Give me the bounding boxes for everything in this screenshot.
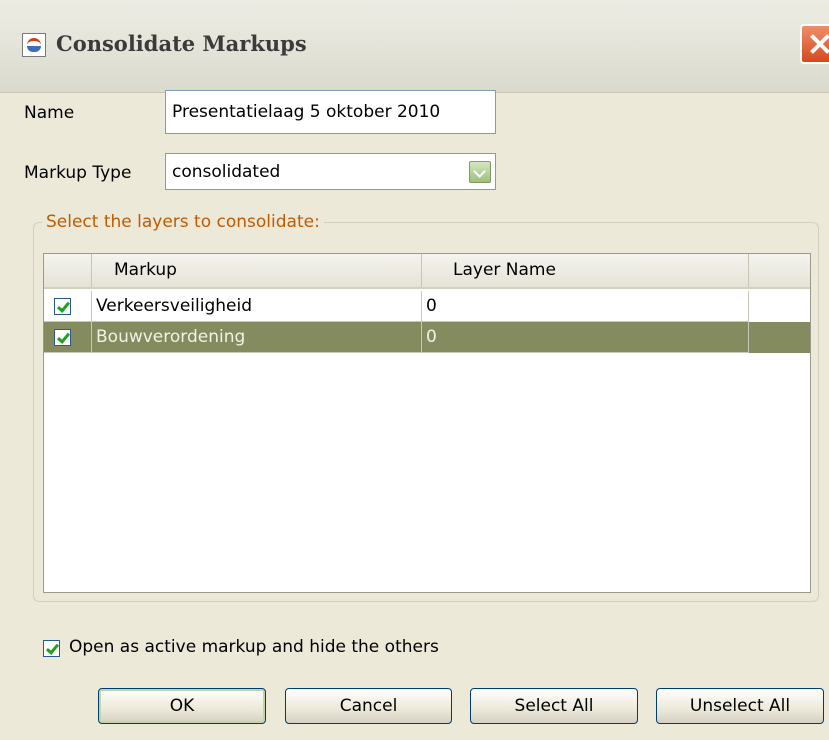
row-checkbox[interactable] xyxy=(54,298,71,315)
name-field-value: Presentatielaag 5 oktober 2010 xyxy=(172,102,441,122)
select-all-button[interactable]: Select All xyxy=(470,688,638,724)
markup-type-label: Markup Type xyxy=(24,163,132,183)
markup-type-value: consolidated xyxy=(172,161,281,182)
unselect-all-button[interactable]: Unselect All xyxy=(656,688,824,724)
markup-type-select[interactable]: consolidated xyxy=(165,153,496,190)
table-row[interactable]: Verkeersveiligheid 0 xyxy=(44,291,810,322)
title-bar: Consolidate Markups xyxy=(0,0,829,93)
java-cup-icon xyxy=(22,33,46,57)
cancel-button[interactable]: Cancel xyxy=(285,688,452,724)
column-header-markup[interactable]: Markup xyxy=(92,254,422,287)
close-button[interactable] xyxy=(800,24,829,64)
column-header-layer-name[interactable]: Layer Name xyxy=(422,254,749,287)
row-checkbox[interactable] xyxy=(54,329,71,346)
layers-group-title: Select the layers to consolidate: xyxy=(42,212,324,232)
row-layer-name[interactable]: 0 xyxy=(422,322,749,353)
row-markup[interactable]: Verkeersveiligheid xyxy=(92,291,422,322)
row-check-cell xyxy=(44,291,92,322)
chevron-down-icon[interactable] xyxy=(469,160,491,183)
open-active-label[interactable]: Open as active markup and hide the other… xyxy=(69,637,439,657)
row-layer-name[interactable]: 0 xyxy=(422,291,749,322)
column-header-check[interactable] xyxy=(44,254,92,287)
name-label: Name xyxy=(24,103,75,123)
table-row-selected[interactable]: Bouwverordening 0 xyxy=(44,322,810,353)
row-markup[interactable]: Bouwverordening xyxy=(92,322,422,353)
layers-table: Markup Layer Name Verkeersveiligheid 0 B… xyxy=(43,253,811,593)
ok-button[interactable]: OK xyxy=(98,688,266,724)
name-field[interactable]: Presentatielaag 5 oktober 2010 xyxy=(165,90,496,134)
window-title: Consolidate Markups xyxy=(56,31,307,56)
open-active-checkbox[interactable] xyxy=(43,640,60,657)
row-check-cell xyxy=(44,322,92,353)
table-header: Markup Layer Name xyxy=(44,254,810,289)
